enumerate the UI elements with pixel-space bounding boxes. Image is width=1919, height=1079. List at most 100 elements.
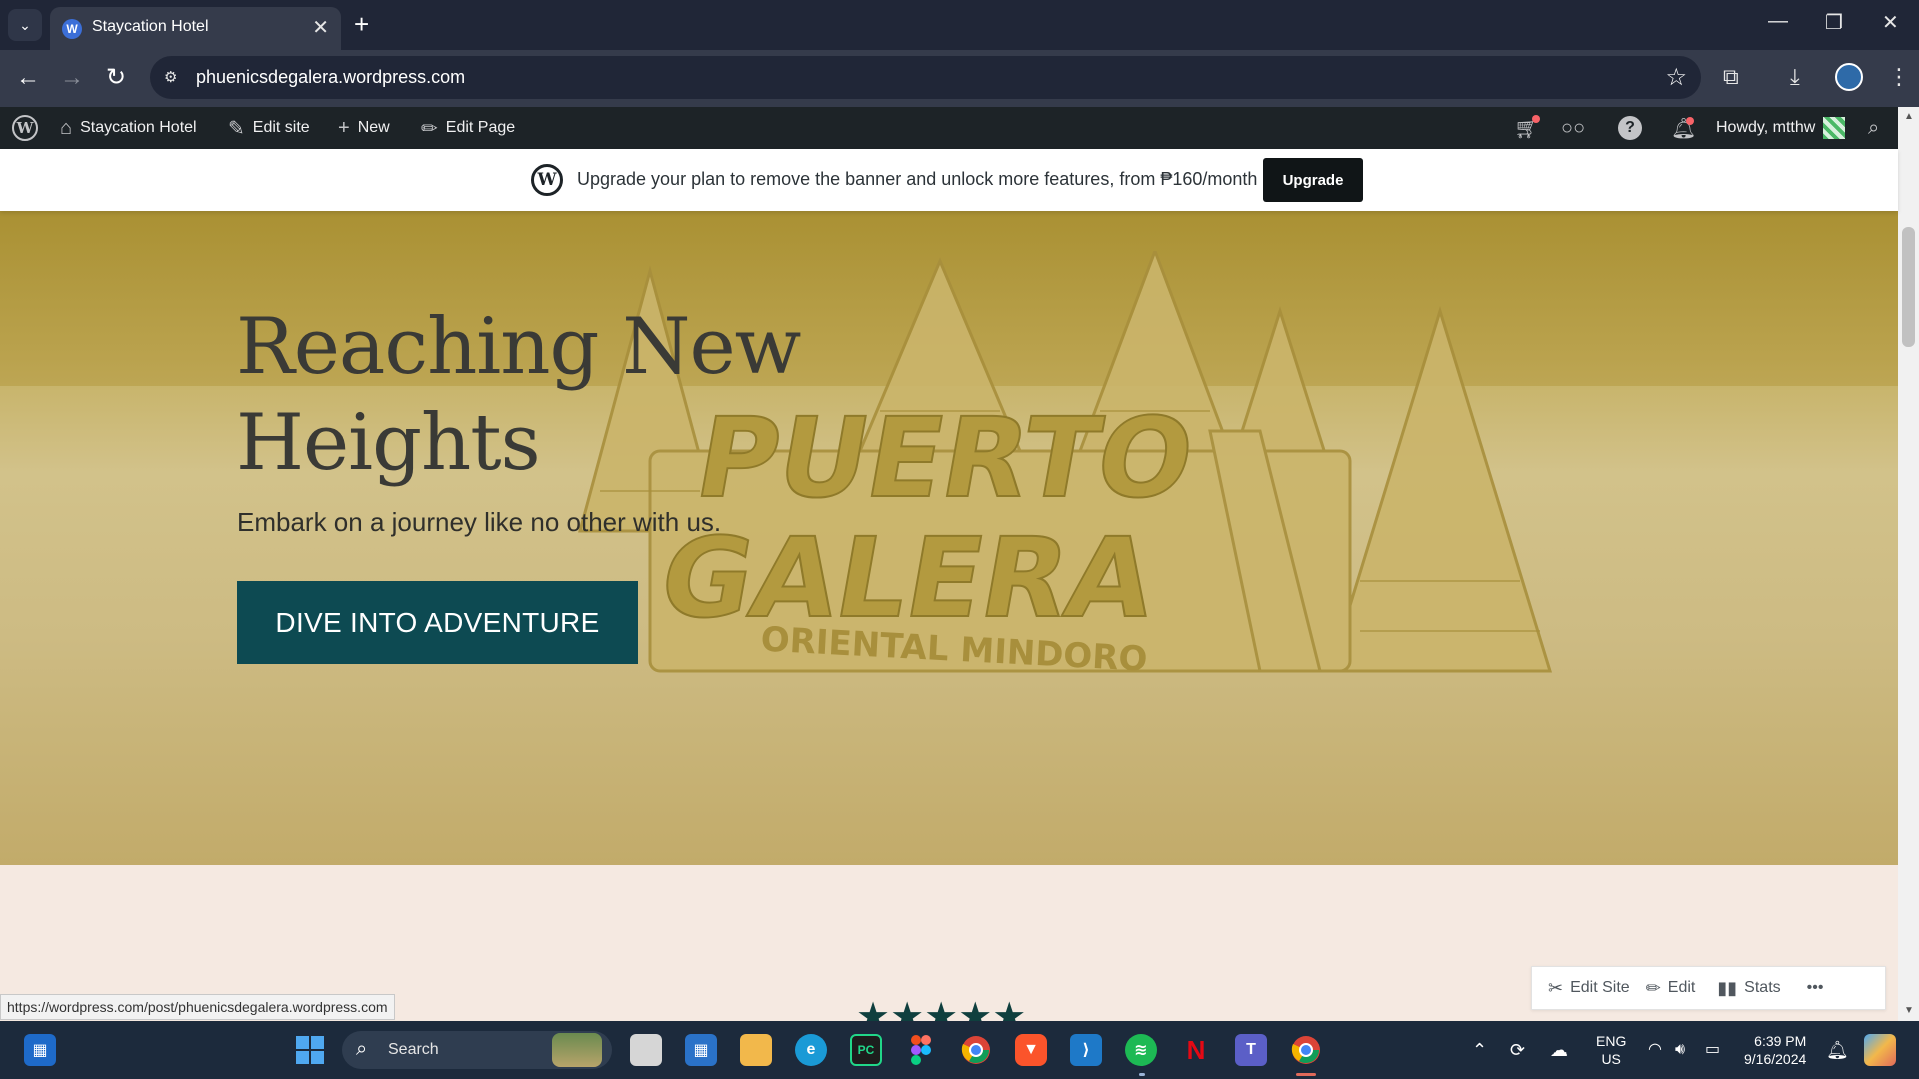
region-label: US bbox=[1601, 1051, 1621, 1067]
running-app-indicator bbox=[1139, 1073, 1145, 1076]
teams-icon[interactable]: T bbox=[1235, 1034, 1267, 1066]
float-edit-button[interactable]: ✏ Edit bbox=[1646, 978, 1696, 999]
scroll-down-icon[interactable]: ▼ bbox=[1904, 1005, 1914, 1016]
new-tab-button[interactable]: + bbox=[354, 9, 369, 39]
clock-time: 6:39 PM bbox=[1754, 1033, 1807, 1049]
copilot-icon[interactable] bbox=[1864, 1034, 1896, 1066]
active-app-indicator bbox=[1296, 1073, 1316, 1076]
site-info-icon[interactable]: ⚙ bbox=[164, 68, 184, 88]
minimize-icon[interactable]: — bbox=[1768, 10, 1788, 33]
wp-site-name[interactable]: ⌂ Staycation Hotel bbox=[60, 107, 197, 149]
float-stats-button[interactable]: ▮▮ Stats bbox=[1717, 978, 1780, 999]
wp-logo-menu[interactable]: W bbox=[12, 107, 38, 149]
taskbar-search-label: Search bbox=[388, 1041, 439, 1058]
figma-icon[interactable] bbox=[905, 1034, 937, 1066]
taskbar-search[interactable]: ⌕ Search bbox=[342, 1031, 612, 1069]
page-scrollbar[interactable]: ▲ ▼ bbox=[1898, 107, 1919, 1021]
wp-help[interactable]: ? bbox=[1618, 107, 1642, 149]
windows-start-icon[interactable] bbox=[294, 1034, 326, 1066]
brave-browser-icon[interactable]: ▼ bbox=[1015, 1034, 1047, 1066]
float-more-button[interactable]: ••• bbox=[1807, 979, 1824, 997]
volume-icon[interactable]: 🔊︎ bbox=[1675, 1021, 1685, 1079]
wp-edit-page[interactable]: ✏ Edit Page bbox=[421, 107, 515, 149]
file-explorer-icon[interactable] bbox=[740, 1034, 772, 1066]
notification-bell-icon[interactable]: 🔔︎ bbox=[1826, 1021, 1849, 1079]
back-arrow-icon[interactable]: ← bbox=[16, 64, 40, 92]
restore-icon[interactable]: ❐ bbox=[1825, 10, 1843, 35]
cart-notification-dot bbox=[1532, 115, 1540, 123]
scroll-up-icon[interactable]: ▲ bbox=[1904, 111, 1914, 122]
wp-notifications[interactable]: 🔔︎ bbox=[1671, 107, 1696, 149]
close-tab-icon[interactable]: ✕ bbox=[312, 15, 329, 40]
float-edit-site-button[interactable]: ✂ Edit Site bbox=[1548, 978, 1630, 999]
more-dots-icon: ••• bbox=[1806, 979, 1824, 996]
browser-tab-active[interactable]: W Staycation Hotel ✕ bbox=[50, 7, 341, 50]
language-label: ENG bbox=[1596, 1033, 1627, 1049]
spotify-icon[interactable]: ≋ bbox=[1125, 1034, 1157, 1066]
show-hidden-icons-icon[interactable]: ⌃ bbox=[1472, 1021, 1487, 1079]
dive-into-adventure-button[interactable]: DIVE INTO ADVENTURE bbox=[237, 581, 638, 664]
microsoft-store-icon[interactable]: ▦ bbox=[685, 1034, 717, 1066]
address-bar[interactable]: ⚙ phuenicsdegalera.wordpress.com ☆ bbox=[150, 56, 1701, 99]
wp-cart[interactable]: 🛒︎ bbox=[1514, 107, 1539, 149]
language-indicator[interactable]: ENG US bbox=[1596, 1021, 1626, 1079]
search-icon: ⌕ bbox=[1868, 116, 1880, 139]
chrome-profile-icon[interactable] bbox=[1290, 1034, 1322, 1066]
link-status-url: https://wordpress.com/post/phuenicsdegal… bbox=[0, 994, 395, 1020]
close-window-icon[interactable]: ✕ bbox=[1882, 10, 1899, 35]
new-label: New bbox=[357, 119, 390, 136]
task-view-icon[interactable] bbox=[630, 1034, 662, 1066]
tab-title: Staycation Hotel bbox=[92, 18, 209, 35]
download-icon[interactable]: ⤓ bbox=[1790, 64, 1800, 90]
hero-section: PUERTO GALERA ORIENTAL MINDORO Reaching … bbox=[0, 211, 1898, 865]
sign-line-2: GALERA bbox=[651, 515, 1164, 643]
site-name-label: Staycation Hotel bbox=[80, 119, 197, 136]
windows-taskbar: ▦ ⌕ Search ▦ e PC ▼ ⟩ ≋ N T ⌃ ⟳ ☁ ENG US… bbox=[0, 1021, 1919, 1079]
clock[interactable]: 6:39 PM 9/16/2024 bbox=[1744, 1021, 1806, 1079]
upgrade-button[interactable]: Upgrade bbox=[1263, 158, 1363, 202]
edit-page-label: Edit Page bbox=[445, 119, 516, 136]
browser-menu-icon[interactable]: ⋮ bbox=[1888, 64, 1910, 90]
onedrive-cloud-icon[interactable]: ☁ bbox=[1550, 1021, 1568, 1079]
wp-edit-site[interactable]: ✎ Edit site bbox=[228, 107, 310, 149]
wordpress-favicon-icon: W bbox=[62, 19, 82, 39]
vscode-icon[interactable]: ⟩ bbox=[1070, 1034, 1102, 1066]
url-text[interactable]: phuenicsdegalera.wordpress.com bbox=[196, 67, 465, 88]
search-highlight-image bbox=[552, 1033, 602, 1067]
wp-search[interactable]: ⌕ bbox=[1868, 107, 1879, 149]
wp-admin-bar: W ⌂ Staycation Hotel ✎ Edit site + New ✏… bbox=[0, 107, 1919, 149]
wordpress-logo-icon: W bbox=[12, 115, 38, 141]
profile-avatar[interactable] bbox=[1835, 63, 1863, 91]
hero-title-line-2: Heights bbox=[236, 398, 541, 488]
browser-tab-bar: ⌄ W Staycation Hotel ✕ + — ❐ ✕ bbox=[0, 0, 1919, 50]
float-stats-label: Stats bbox=[1744, 979, 1781, 996]
netflix-icon[interactable]: N bbox=[1180, 1034, 1212, 1066]
extensions-icon[interactable]: ⧉ bbox=[1723, 64, 1739, 90]
brush-icon: ✎ bbox=[228, 117, 245, 140]
reload-icon[interactable]: ↻ bbox=[106, 64, 126, 92]
wifi-icon[interactable]: ◠ bbox=[1648, 1021, 1662, 1079]
banner-text: Upgrade your plan to remove the banner a… bbox=[577, 169, 1258, 189]
wp-account[interactable]: Howdy, mtthw bbox=[1716, 107, 1846, 149]
wp-reader[interactable]: ○○ bbox=[1561, 107, 1585, 149]
edit-site-label: Edit site bbox=[252, 119, 310, 136]
pycharm-icon[interactable]: PC bbox=[850, 1034, 882, 1066]
edge-browser-icon[interactable]: e bbox=[795, 1034, 827, 1066]
home-icon: ⌂ bbox=[60, 116, 73, 139]
bookmark-star-icon[interactable]: ☆ bbox=[1665, 63, 1687, 92]
notification-dot bbox=[1686, 117, 1694, 125]
tab-search-button[interactable]: ⌄ bbox=[8, 9, 42, 41]
widgets-icon[interactable]: ▦ bbox=[24, 1034, 56, 1066]
upgrade-banner: W Upgrade your plan to remove the banner… bbox=[0, 149, 1898, 211]
browser-toolbar: ← → ↻ ⚙ phuenicsdegalera.wordpress.com ☆… bbox=[0, 50, 1919, 107]
clock-date: 9/16/2024 bbox=[1744, 1051, 1807, 1067]
float-edit-label: Edit bbox=[1667, 979, 1696, 996]
scroll-thumb[interactable] bbox=[1902, 227, 1915, 347]
chrome-icon[interactable] bbox=[960, 1034, 992, 1066]
sync-icon[interactable]: ⟳ bbox=[1510, 1021, 1525, 1079]
hero-title-line-1: Reaching New bbox=[236, 302, 801, 392]
forward-arrow-icon[interactable]: → bbox=[60, 64, 84, 92]
hero-subtitle: Embark on a journey like no other with u… bbox=[237, 507, 722, 537]
wp-new[interactable]: + New bbox=[338, 107, 390, 149]
battery-icon[interactable]: ▭ bbox=[1705, 1021, 1720, 1079]
